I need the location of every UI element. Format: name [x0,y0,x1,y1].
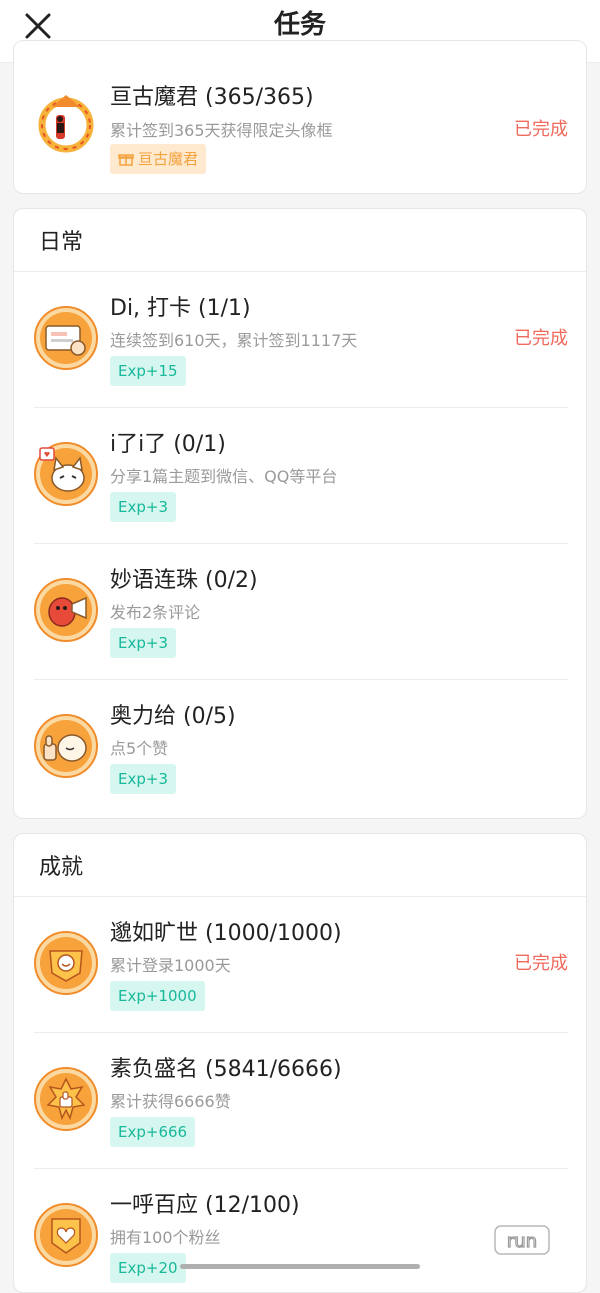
task-name: 素负盛名 (5841/6666) [110,1057,342,1082]
run-watermark-logo: run [494,1222,550,1258]
exp-badge: Exp+20 [110,1253,186,1283]
home-indicator [180,1264,420,1269]
task-name: 亘古魔君 (365/365) [110,85,314,110]
task-description: 发布2条评论 [110,603,201,622]
task-row[interactable]: 邈如旷世 (1000/1000) 累计登录1000天 Exp+1000 已完成 [34,897,568,1033]
share-cat-icon [34,442,98,506]
heart-medal-icon [34,1203,98,1267]
task-description: 连续签到610天，累计签到1117天 [110,331,358,350]
frame-reward-label: 亘古魔君 [138,150,199,168]
task-name: 妙语连珠 (0/2) [110,568,258,593]
like-medal-icon [34,1067,98,1131]
task-description: 累计获得6666赞 [110,1092,231,1111]
exp-badge: Exp+15 [110,356,186,386]
task-name: 奥力给 (0/5) [110,704,236,729]
task-row[interactable]: Di, 打卡 (1/1) 连续签到610天，累计签到1117天 Exp+15 已… [34,272,568,408]
task-row[interactable]: 素负盛名 (5841/6666) 累计获得6666赞 Exp+666 [34,1033,568,1169]
gift-icon [118,154,134,166]
task-description: 累计登录1000天 [110,956,231,975]
exp-badge: Exp+3 [110,628,176,658]
section-title-daily: 日常 [14,209,586,272]
exp-badge: Exp+666 [110,1117,196,1147]
frame-task-card: 亘古魔君 (365/365) 累计签到365天获得限定头像框 亘古魔君 已完成 [13,40,587,194]
thumbs-up-cat-icon [34,714,98,778]
task-row[interactable]: 妙语连珠 (0/2) 发布2条评论 Exp+3 [34,544,568,680]
watermark-text: run [507,1231,537,1252]
task-description: 累计签到365天获得限定头像框 [110,121,333,140]
task-description: 分享1篇主题到微信、QQ等平台 [110,467,338,486]
login-medal-icon [34,931,98,995]
exp-badge: Exp+1000 [110,981,205,1011]
demon-avatar-frame-icon [34,91,98,155]
task-description: 拥有100个粉丝 [110,1228,221,1247]
task-name: i了i了 (0/1) [110,432,226,457]
close-icon [25,13,51,39]
comment-megaphone-icon [34,578,98,642]
section-title-achievements: 成就 [14,834,586,897]
task-name: Di, 打卡 (1/1) [110,296,251,321]
close-button[interactable] [20,8,56,44]
task-name: 一呼百应 (12/100) [110,1193,300,1218]
exp-badge: Exp+3 [110,492,176,522]
frame-reward-badge: 亘古魔君 [110,144,207,174]
task-name: 邈如旷世 (1000/1000) [110,921,342,946]
task-row[interactable]: i了i了 (0/1) 分享1篇主题到微信、QQ等平台 Exp+3 [34,408,568,544]
exp-badge: Exp+3 [110,764,176,794]
checkin-card-icon [34,306,98,370]
daily-tasks-card: 日常 Di, 打卡 (1/1) 连续签到610天，累计签到1117天 Exp+1… [13,208,587,819]
task-row[interactable]: 一呼百应 (12/100) 拥有100个粉丝 Exp+20 [34,1169,568,1292]
status-completed: 已完成 [514,119,568,140]
page-title: 任务 [273,9,326,40]
task-row[interactable]: 亘古魔君 (365/365) 累计签到365天获得限定头像框 亘古魔君 已完成 [34,41,568,193]
task-row[interactable]: 奥力给 (0/5) 点5个赞 Exp+3 [34,680,568,816]
status-completed: 已完成 [514,953,568,974]
status-completed: 已完成 [514,328,568,349]
task-description: 点5个赞 [110,739,169,758]
